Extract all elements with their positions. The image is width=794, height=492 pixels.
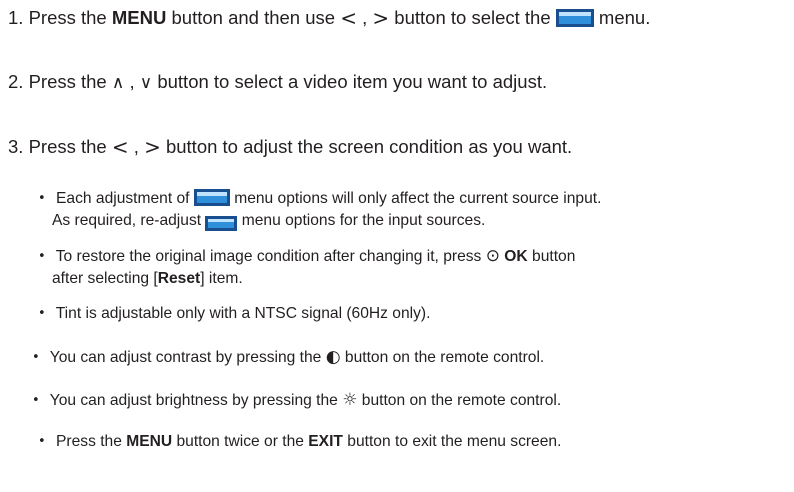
bullet-icon: •	[38, 306, 46, 321]
note-3: • Tint is adjustable only with a NTSC si…	[38, 305, 431, 322]
brightness-icon: ☼	[342, 390, 358, 410]
note-5: • You can adjust brightness by pressing …	[32, 390, 562, 410]
video-menu-icon	[193, 189, 230, 210]
video-menu-icon	[555, 9, 594, 31]
note-2: • To restore the original image conditio…	[38, 246, 576, 266]
reset-item-label: Reset	[157, 270, 201, 287]
note-4: • You can adjust contrast by pressing th…	[32, 347, 545, 367]
right-arrow-icon: >	[372, 6, 390, 30]
menu-button-label: MENU	[126, 433, 173, 450]
bullet-icon: •	[32, 393, 40, 408]
left-arrow-icon: <	[340, 6, 357, 30]
step-2: 2. Press the ∧ , ∨ button to select a vi…	[8, 71, 548, 93]
ok-button-icon: ⊙	[485, 246, 500, 266]
right-arrow-icon: >	[144, 135, 161, 159]
bullet-icon: •	[38, 434, 46, 449]
video-menu-icon	[205, 214, 238, 235]
contrast-icon: ◐	[325, 347, 341, 367]
step-number: 2.	[8, 71, 24, 92]
menu-button-label: MENU	[111, 7, 167, 28]
bullet-icon: •	[38, 191, 46, 206]
bullet-icon: •	[32, 350, 40, 365]
note-2-continued: after selecting [Reset] item.	[52, 270, 243, 287]
note-1: • Each adjustment of menu options will o…	[38, 189, 601, 210]
exit-button-label: EXIT	[308, 433, 343, 450]
step-number: 3.	[8, 136, 24, 157]
bullet-icon: •	[38, 249, 46, 264]
ok-button-label: OK	[504, 248, 528, 265]
up-arrow-icon: ∧	[111, 73, 125, 93]
down-arrow-icon: ∨	[139, 73, 153, 93]
note-6: • Press the MENU button twice or the EXI…	[38, 433, 562, 450]
step-3: 3. Press the < , > button to adjust the …	[8, 135, 573, 159]
note-1-continued: As required, re-adjust menu options for …	[52, 213, 485, 235]
left-arrow-icon: <	[111, 135, 129, 159]
step-number: 1.	[8, 7, 24, 28]
step-1: 1. Press the MENU button and then use < …	[8, 6, 651, 31]
